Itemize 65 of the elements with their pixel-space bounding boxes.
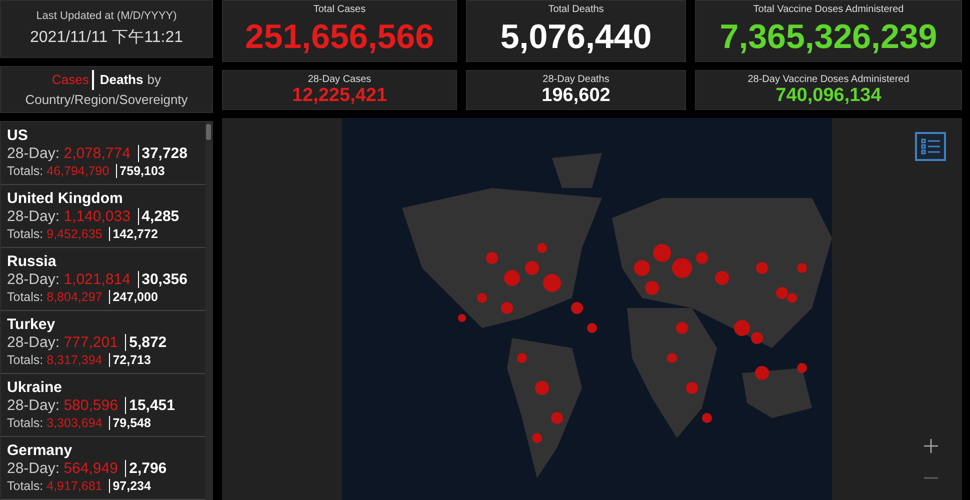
plus-icon <box>922 438 938 454</box>
death-count: 5,872 <box>125 334 167 351</box>
case-count: 564,949 <box>64 460 119 477</box>
death-count: 15,451 <box>125 397 175 414</box>
death-count: 30,356 <box>138 271 188 288</box>
stat-value: 196,602 <box>542 85 610 107</box>
death-count: 759,103 <box>116 164 165 178</box>
list-header-text: by <box>147 70 161 89</box>
country-name: US <box>7 127 29 145</box>
stat-label: 28-Day Vaccine Doses Administered <box>748 74 910 85</box>
stat-value: 7,365,326,239 <box>720 17 938 58</box>
list-icon <box>920 138 940 156</box>
case-count: 1,140,033 <box>64 208 132 225</box>
period-label: Totals: <box>7 416 44 430</box>
deaths-tab[interactable]: Deaths <box>98 70 144 90</box>
country-name: Turkey <box>7 316 56 334</box>
death-count: 79,548 <box>108 416 151 430</box>
case-count: 580,596 <box>64 397 119 414</box>
list-header-subtitle: Country/Region/Sovereignty <box>25 90 188 109</box>
country-name: Ukraine <box>7 379 64 397</box>
scrollbar-thumb[interactable] <box>206 124 211 140</box>
period-label: Totals: <box>7 227 44 241</box>
case-count: 3,303,694 <box>46 416 104 430</box>
stat-value: 740,096,134 <box>776 85 882 107</box>
period-label: 28-Day: <box>7 208 60 225</box>
period-label: 28-Day: <box>7 145 60 162</box>
period-label: 28-Day: <box>7 397 60 414</box>
death-count: 72,713 <box>108 353 151 367</box>
death-count: 247,000 <box>108 290 158 304</box>
stat-label: Total Vaccine Doses Administered <box>753 4 904 15</box>
death-count: 97,234 <box>108 479 151 493</box>
case-count: 777,201 <box>64 334 119 351</box>
stat-value: 12,225,421 <box>292 85 388 107</box>
death-count: 37,728 <box>138 145 188 162</box>
case-count: 8,804,297 <box>46 290 104 304</box>
case-count: 9,452,635 <box>46 227 104 241</box>
period-label: Totals: <box>7 353 44 367</box>
stat-label: Total Cases <box>313 4 366 15</box>
case-count: 4,917,681 <box>46 479 104 493</box>
last-updated-label: Last Updated at (M/D/YYYY) <box>36 10 177 22</box>
scrollbar[interactable] <box>205 122 212 500</box>
country-name: Germany <box>7 442 74 460</box>
stat-label: 28-Day Deaths <box>542 74 610 85</box>
period-label: Totals: <box>7 164 44 178</box>
case-count: 46,794,790 <box>46 164 110 178</box>
stat-label: 28-Day Cases <box>308 74 372 85</box>
stat-label: Total Deaths <box>548 4 604 15</box>
period-label: Totals: <box>7 479 44 493</box>
period-label: Totals: <box>7 290 44 304</box>
stat-value: 5,076,440 <box>500 17 652 58</box>
period-label: 28-Day: <box>7 460 60 477</box>
period-label: 28-Day: <box>7 271 60 288</box>
legend-button[interactable] <box>915 132 946 161</box>
case-count: 8,317,394 <box>46 353 104 367</box>
stat-value: 251,656,566 <box>244 17 434 58</box>
last-updated-value: 2021/11/11 下午11:21 <box>30 28 183 48</box>
death-count: 4,285 <box>138 208 180 225</box>
case-count: 2,078,774 <box>64 145 132 162</box>
case-count: 1,021,814 <box>64 271 132 288</box>
minus-icon <box>922 476 938 480</box>
death-count: 142,772 <box>108 227 158 241</box>
country-name: Russia <box>7 253 58 271</box>
period-label: 28-Day: <box>7 334 60 351</box>
country-name: United Kingdom <box>7 190 124 208</box>
death-count: 2,796 <box>125 460 167 477</box>
